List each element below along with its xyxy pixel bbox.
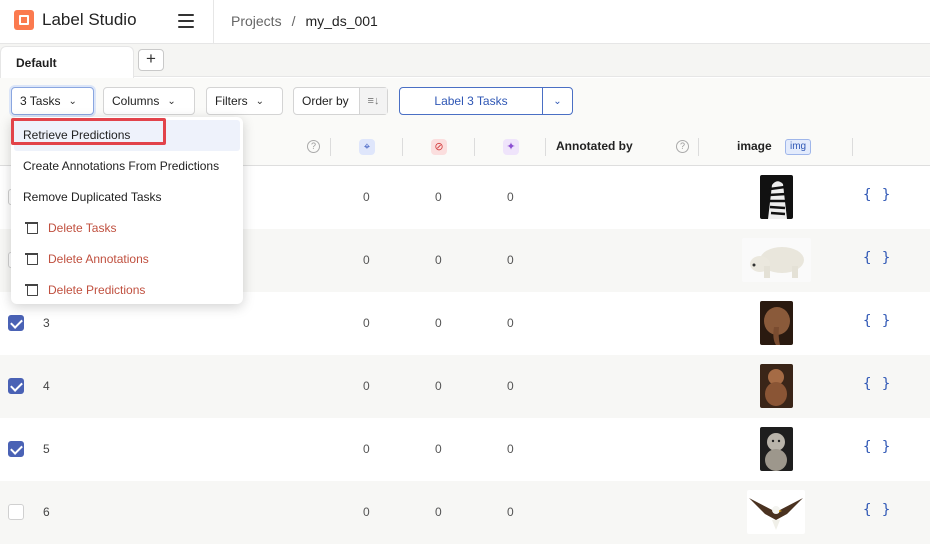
- order-by-button[interactable]: Order by ≡↓: [293, 87, 388, 115]
- predictions-count: 0: [507, 253, 514, 267]
- columns-button[interactable]: Columns ⌄: [103, 87, 195, 115]
- row-checkbox-checked[interactable]: [8, 315, 24, 331]
- breadcrumb-projects[interactable]: Projects: [231, 13, 282, 29]
- sort-direction-icon[interactable]: ≡↓: [359, 88, 387, 114]
- column-separator: [698, 138, 699, 156]
- cancelled-count: 0: [435, 253, 442, 267]
- chevron-down-icon: ⌄: [68, 95, 77, 107]
- tasks-actions-button[interactable]: 3 Tasks ⌄: [11, 87, 94, 115]
- breadcrumb-project[interactable]: my_ds_001: [305, 13, 377, 29]
- cancelled-count: 0: [435, 190, 442, 204]
- column-separator: [545, 138, 546, 156]
- menu-item-label: Delete Predictions: [48, 283, 146, 297]
- task-id: 4: [43, 379, 50, 393]
- predictions-count: 0: [507, 505, 514, 519]
- cancelled-count: 0: [435, 505, 442, 519]
- help-icon[interactable]: ?: [676, 140, 689, 153]
- app-logo[interactable]: Label Studio: [14, 10, 137, 30]
- menu-item-label: Delete Annotations: [48, 252, 149, 266]
- highlight-annotation-box: [11, 118, 166, 145]
- cancelled-count: 0: [435, 379, 442, 393]
- tasks-actions-label: 3 Tasks: [20, 94, 61, 108]
- annotations-count: 0: [363, 505, 370, 519]
- chevron-down-icon: ⌄: [255, 95, 265, 107]
- annotations-count: 0: [363, 253, 370, 267]
- menu-item-delete-predictions[interactable]: Delete Predictions: [11, 275, 243, 306]
- predictions-count: 0: [507, 442, 514, 456]
- filters-label: Filters: [215, 94, 248, 108]
- row-checkbox-checked[interactable]: [8, 378, 24, 394]
- row-checkbox-checked[interactable]: [8, 441, 24, 457]
- trash-icon: [25, 221, 38, 234]
- table-row[interactable]: 4 0 0 0 { }: [0, 355, 930, 418]
- breadcrumb: Projects / my_ds_001: [231, 13, 378, 29]
- polar-bear-thumbnail[interactable]: [742, 238, 811, 282]
- columns-label: Columns: [112, 94, 160, 108]
- column-separator: [402, 138, 403, 156]
- predictions-icon: ✦: [503, 139, 519, 155]
- menu-item-remove-duplicates[interactable]: Remove Duplicated Tasks: [11, 182, 243, 213]
- task-id: 3: [43, 316, 50, 330]
- menu-item-delete-tasks[interactable]: Delete Tasks: [11, 213, 243, 244]
- menu-item-create-annotations[interactable]: Create Annotations From Predictions: [11, 151, 243, 182]
- eagle-thumbnail[interactable]: [747, 490, 805, 534]
- cancelled-annotations-icon: ⊘: [431, 139, 447, 155]
- label-studio-logo-icon: [14, 10, 34, 30]
- annotations-count: 0: [363, 190, 370, 204]
- label-dropdown-button[interactable]: ⌄: [542, 87, 573, 115]
- json-data-link[interactable]: { }: [863, 250, 891, 266]
- column-separator: [474, 138, 475, 156]
- divider: [213, 0, 214, 44]
- cancelled-count: 0: [435, 442, 442, 456]
- annotations-count: 0: [363, 442, 370, 456]
- table-row[interactable]: 5 0 0 0 { }: [0, 418, 930, 481]
- annotations-count: 0: [363, 316, 370, 330]
- trash-icon: [25, 252, 38, 265]
- order-by-label: Order by: [302, 94, 349, 108]
- table-row[interactable]: 6 0 0 0 { }: [0, 481, 930, 544]
- json-data-link[interactable]: { }: [863, 439, 891, 455]
- filters-button[interactable]: Filters ⌄: [206, 87, 283, 115]
- top-bar: Label Studio Projects / my_ds_001: [0, 0, 930, 44]
- elephant-thumbnail[interactable]: [760, 301, 793, 345]
- column-separator: [852, 138, 853, 156]
- row-checkbox[interactable]: [8, 504, 24, 520]
- menu-icon[interactable]: [178, 14, 194, 28]
- tasks-actions-menu: Retrieve Predictions Create Annotations …: [11, 117, 243, 304]
- zebra-thumbnail[interactable]: [760, 175, 793, 219]
- total-annotations-icon: ⌖: [359, 139, 375, 155]
- help-icon[interactable]: ?: [307, 140, 320, 153]
- annotations-count: 0: [363, 379, 370, 393]
- menu-item-delete-annotations[interactable]: Delete Annotations: [11, 244, 243, 275]
- task-id: 6: [43, 505, 50, 519]
- predictions-count: 0: [507, 379, 514, 393]
- monkey-thumbnail[interactable]: [760, 364, 793, 408]
- chevron-down-icon: ⌄: [553, 95, 562, 107]
- add-tab-button[interactable]: +: [138, 49, 164, 71]
- annotated-by-header[interactable]: Annotated by: [556, 139, 633, 153]
- image-header[interactable]: image: [737, 139, 772, 153]
- column-separator: [330, 138, 331, 156]
- menu-item-label: Delete Tasks: [48, 221, 117, 235]
- json-data-link[interactable]: { }: [863, 376, 891, 392]
- breadcrumb-separator: /: [291, 13, 296, 29]
- cancelled-count: 0: [435, 316, 442, 330]
- json-data-link[interactable]: { }: [863, 313, 891, 329]
- app-name: Label Studio: [42, 10, 137, 29]
- label-tasks-button[interactable]: Label 3 Tasks: [399, 87, 543, 115]
- json-data-link[interactable]: { }: [863, 502, 891, 518]
- image-type-badge: img: [785, 139, 812, 155]
- baboon-thumbnail[interactable]: [760, 427, 793, 471]
- json-data-link[interactable]: { }: [863, 187, 891, 203]
- trash-icon: [25, 283, 38, 296]
- chevron-down-icon: ⌄: [167, 95, 176, 107]
- predictions-count: 0: [507, 190, 514, 204]
- view-tabs: Default +: [0, 44, 930, 78]
- task-id: 5: [43, 442, 50, 456]
- predictions-count: 0: [507, 316, 514, 330]
- tab-default[interactable]: Default: [0, 46, 134, 78]
